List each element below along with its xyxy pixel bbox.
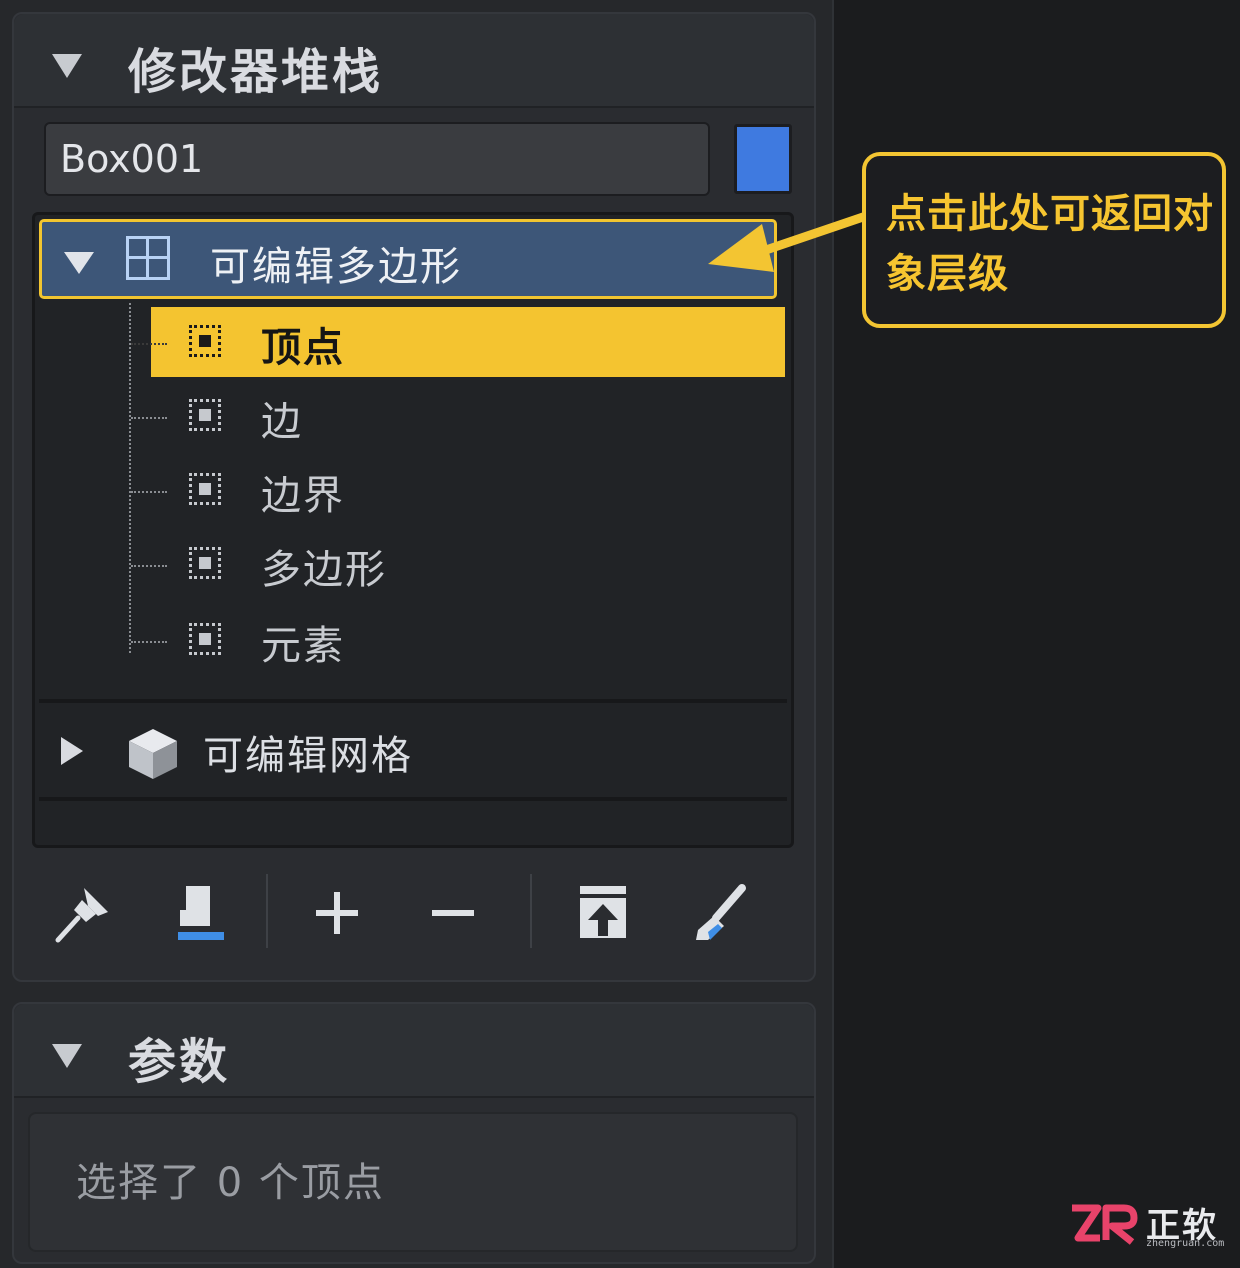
watermark: 正软 zhengruan.com <box>1068 1200 1228 1256</box>
zr-logo-icon <box>1072 1204 1138 1245</box>
annotation-callout: 点击此处可返回对象层级 <box>862 152 1226 328</box>
watermark-url: zhengruan.com <box>1146 1238 1225 1249</box>
callout-text: 点击此处可返回对象层级 <box>886 191 1214 297</box>
